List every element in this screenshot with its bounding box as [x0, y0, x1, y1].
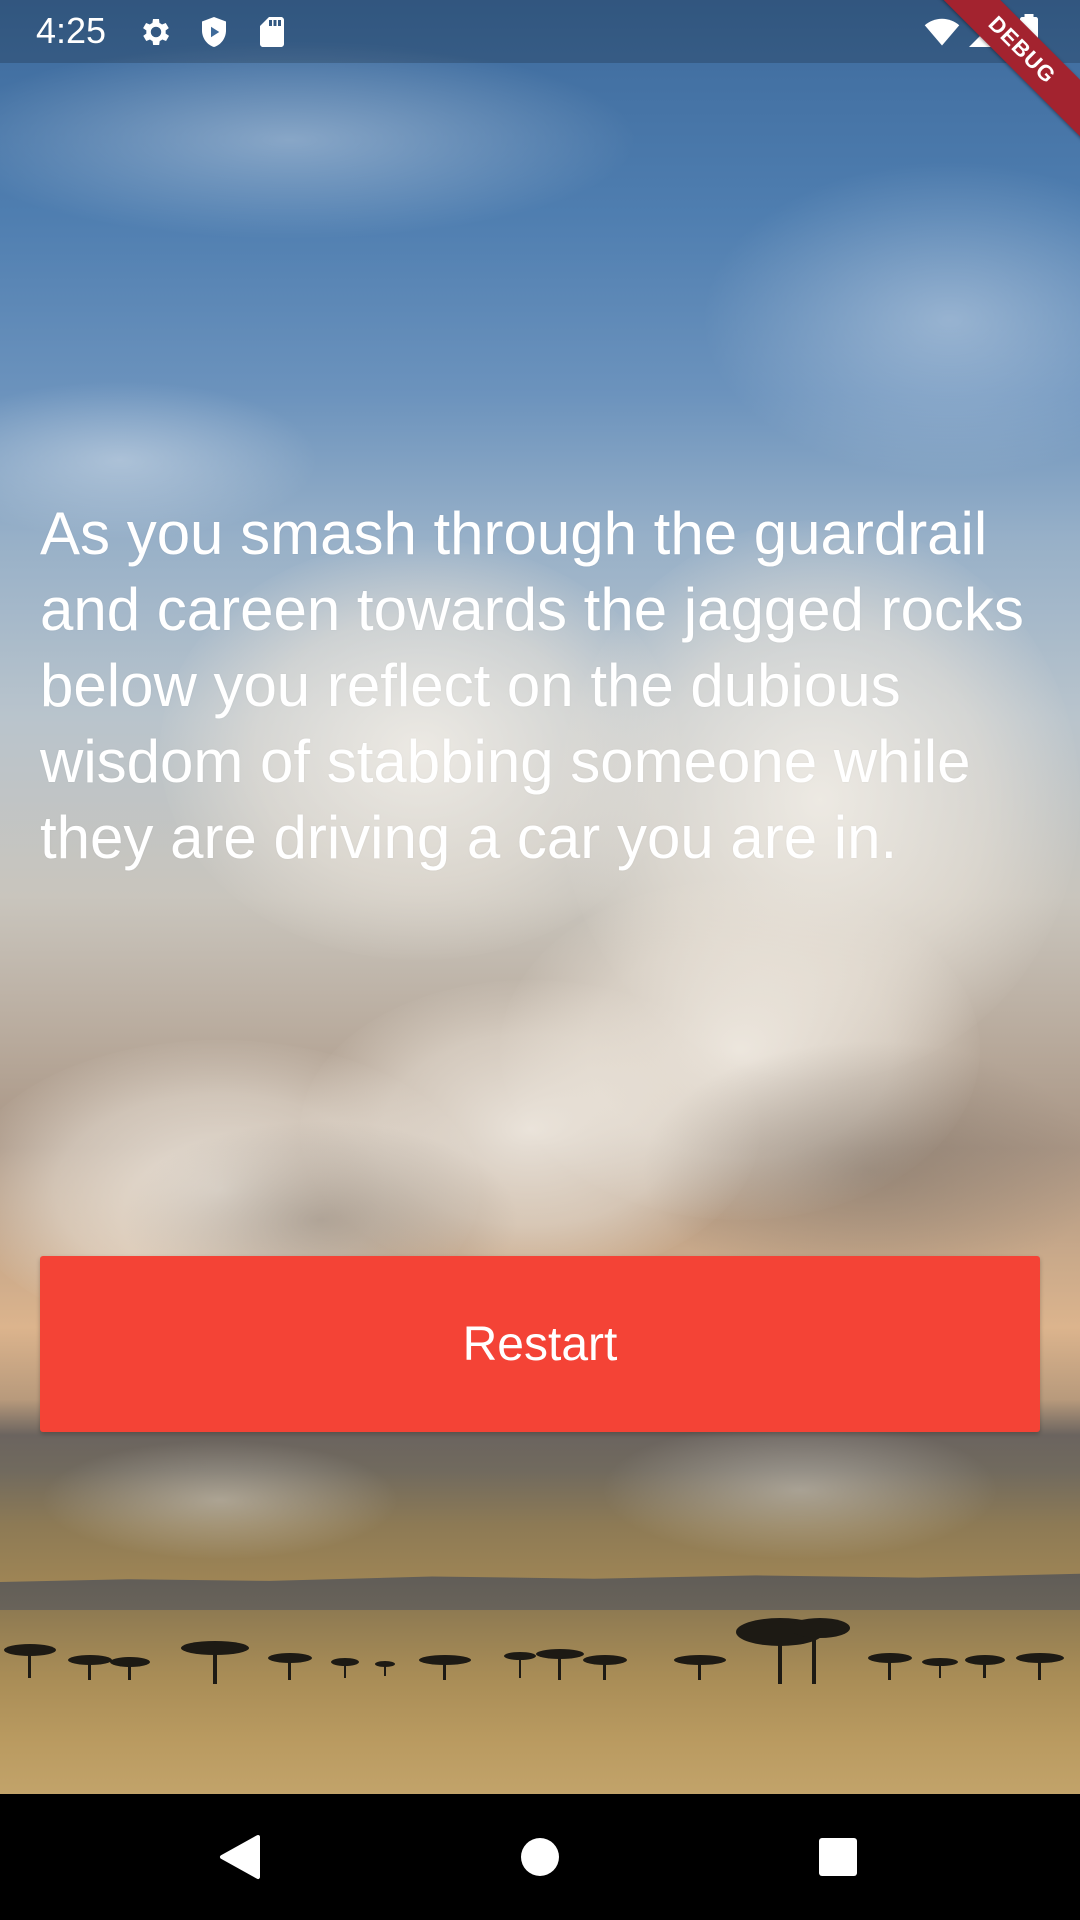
recents-icon [819, 1838, 857, 1876]
story-text: As you smash through the guardrail and c… [40, 500, 1024, 871]
restart-button[interactable]: Restart [40, 1256, 1040, 1432]
wifi-icon [924, 18, 960, 46]
home-button[interactable] [510, 1827, 570, 1887]
play-protect-icon [202, 17, 226, 47]
restart-button-label: Restart [462, 1317, 618, 1371]
status-time: 4:25 [36, 10, 107, 51]
acacia-trees [4, 1618, 1064, 1684]
recents-button[interactable] [808, 1827, 868, 1887]
navigation-bar [0, 1794, 1080, 1920]
sd-card-icon [260, 17, 284, 47]
back-button[interactable] [210, 1827, 270, 1887]
background-image [0, 0, 1080, 1794]
back-icon [220, 1835, 260, 1879]
gear-icon [143, 18, 170, 46]
home-icon [521, 1838, 559, 1876]
status-bar: 4:25 DEBUG [0, 0, 1080, 142]
app-screen: 4:25 DEBUG As you smash through the guar… [0, 0, 1080, 1920]
